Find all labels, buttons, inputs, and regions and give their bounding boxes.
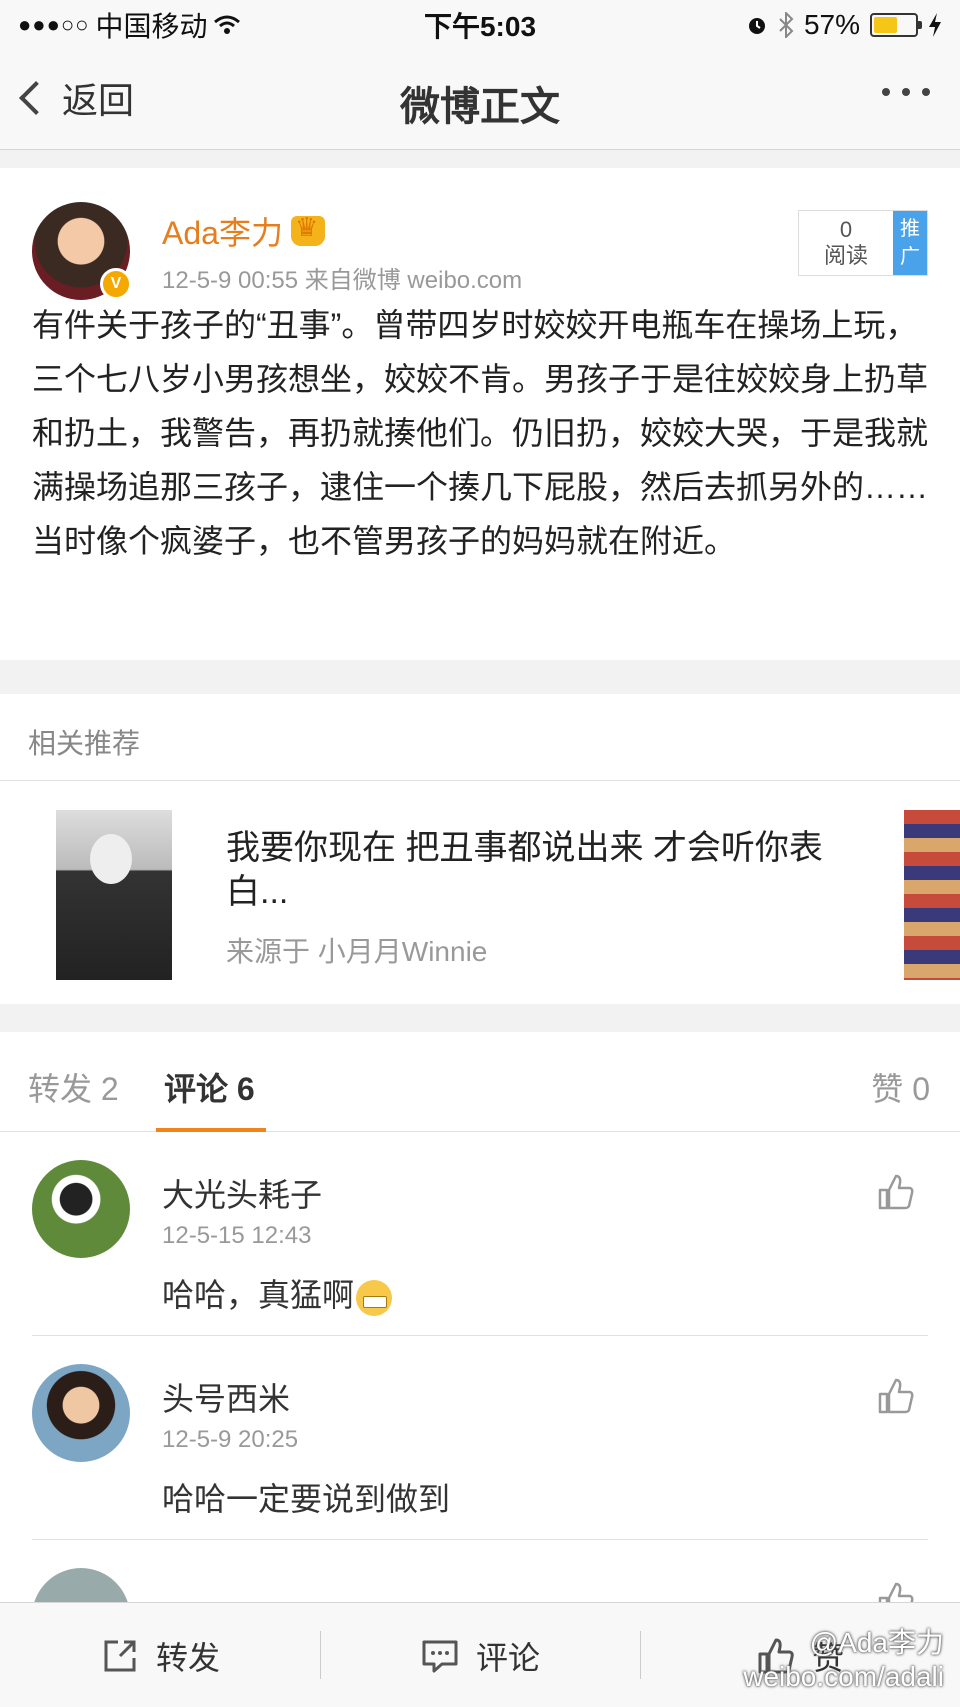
comment-time: 12-5-15 12:43: [162, 1222, 312, 1249]
alarm-icon: [748, 18, 765, 34]
commenter-avatar[interactable]: [32, 1364, 130, 1462]
author-name[interactable]: Ada李力: [162, 208, 325, 254]
repost-label: 转发: [155, 1639, 220, 1676]
bluetooth-icon: [779, 12, 794, 38]
commenter-name[interactable]: 头号西米: [162, 1374, 290, 1420]
tab-likes[interactable]: 赞 0: [871, 1064, 930, 1110]
commenter-name[interactable]: 大光头耗子: [162, 1170, 322, 1216]
divider: [0, 780, 960, 781]
promote-button[interactable]: 推广: [893, 211, 927, 275]
weibo-watermark: @Ada李力 weibo.com/adali: [743, 1627, 944, 1692]
related-thumbnail[interactable]: [56, 810, 172, 980]
wifi-icon: [214, 15, 241, 34]
comment-button[interactable]: 评论: [320, 1603, 640, 1707]
clock: 下午5:03: [423, 11, 537, 42]
carrier-name: 中国移动: [95, 11, 208, 42]
vip-crown-icon: [290, 212, 325, 246]
related-headline[interactable]: 我要你现在 把丑事都说出来 才会听你表白...: [226, 826, 826, 914]
related-next-thumbnail[interactable]: [904, 810, 960, 980]
read-count: 0: [839, 217, 853, 242]
comment-label: 评论: [475, 1639, 540, 1676]
status-bar: ●●●○○ 中国移动 下午5:03 57%: [0, 0, 960, 50]
verified-badge-icon: V: [100, 268, 132, 300]
thumbs-up-icon[interactable]: [876, 1172, 916, 1212]
thumbs-up-icon[interactable]: [876, 1376, 916, 1416]
more-dots-icon[interactable]: [882, 88, 930, 96]
commenter-avatar[interactable]: [32, 1568, 130, 1602]
signal-strength-icon: ●●●○○: [18, 12, 90, 37]
grin-emoji-icon: [356, 1279, 393, 1316]
comment-text: 哈哈，真猛啊: [162, 1270, 393, 1316]
read-count-box[interactable]: 0 阅读 推广: [798, 210, 928, 276]
related-section: 相关推荐 我要你现在 把丑事都说出来 才会听你表白... 来源于 小月月Winn…: [0, 694, 960, 1004]
tab-reposts[interactable]: 转发 2: [28, 1064, 119, 1110]
comment-item-partial: [0, 1540, 960, 1602]
author-name-text: Ada李力: [162, 215, 283, 251]
share-icon: [104, 1640, 136, 1671]
comment-list: 大光头耗子 12-5-15 12:43 哈哈，真猛啊 头号西米 12-5-9 2…: [0, 1132, 960, 1602]
page-title: 微博正文: [400, 85, 560, 129]
battery-percent: 57%: [803, 9, 860, 40]
thumbs-up-icon[interactable]: [876, 1580, 916, 1602]
related-source: 来源于 小月月Winnie: [226, 936, 488, 967]
commenter-avatar[interactable]: [32, 1160, 130, 1258]
comment-tabs: 转发 2 评论 6 赞 0: [0, 1032, 960, 1132]
related-section-title: 相关推荐: [28, 728, 141, 759]
post-meta: 12-5-9 00:55 来自微博 weibo.com: [162, 267, 523, 294]
comment-icon: [422, 1640, 458, 1672]
comment-time: 12-5-9 20:25: [162, 1426, 299, 1453]
comment-item: 大光头耗子 12-5-15 12:43 哈哈，真猛啊: [0, 1132, 960, 1336]
comment-text: 哈哈一定要说到做到: [162, 1481, 451, 1517]
comment-item: 头号西米 12-5-9 20:25 哈哈一定要说到做到: [0, 1336, 960, 1540]
post-body: 有件关于孩子的“丑事”。曾带四岁时姣姣开电瓶车在操场上玩，三个七八岁小男孩想坐，…: [32, 307, 929, 559]
read-label: 阅读: [823, 243, 868, 268]
battery-icon: [870, 13, 922, 37]
charging-icon: [929, 13, 941, 37]
repost-button[interactable]: 转发: [0, 1603, 320, 1707]
post-card: V Ada李力 12-5-9 00:55 来自微博 weibo.com 0 阅读…: [0, 168, 960, 660]
navigation-bar: 返回 微博正文: [0, 50, 960, 150]
